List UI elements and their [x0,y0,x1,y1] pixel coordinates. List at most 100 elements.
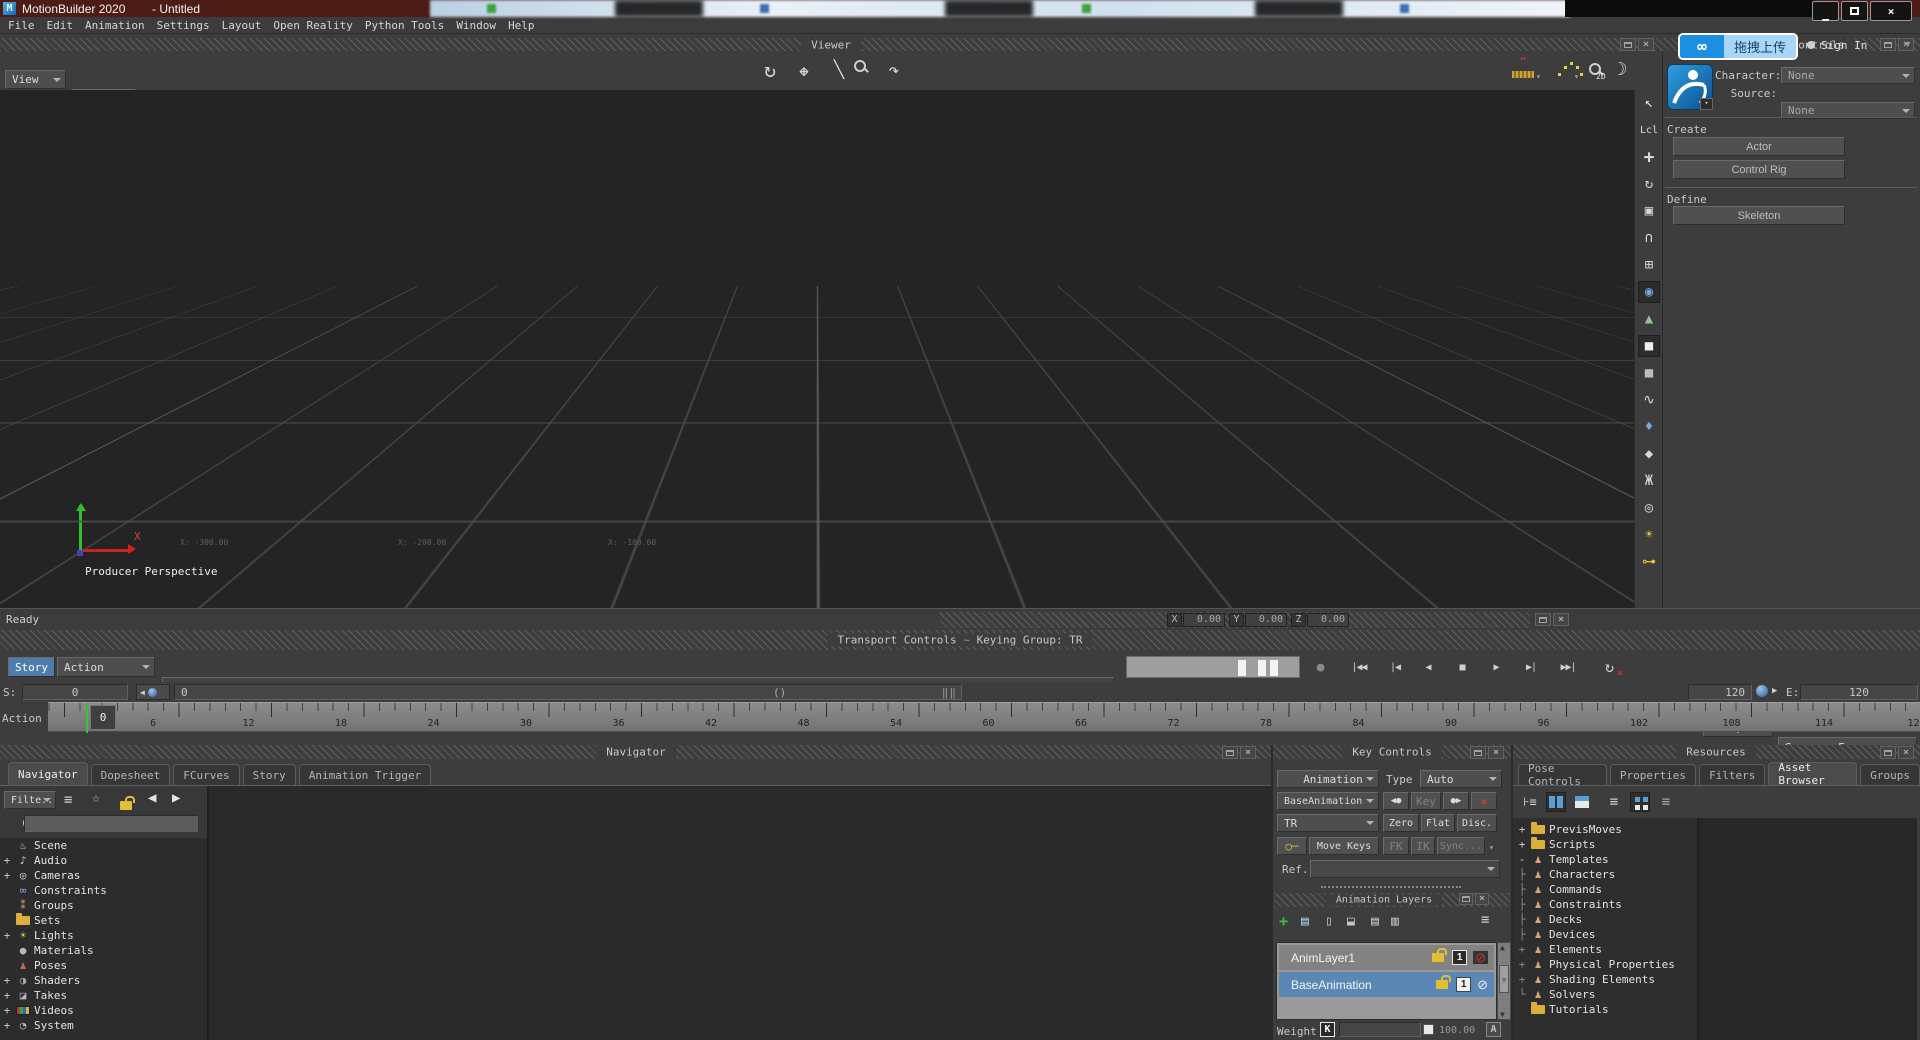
asset-item-physical-properties[interactable]: +♟Physical Properties [1513,957,1697,972]
maximize-button[interactable] [1841,1,1868,21]
stop-button[interactable]: ■ [1450,657,1474,677]
timeline-ruler-icon[interactable]: ↔ [1512,62,1534,78]
expander-icon[interactable]: + [2,974,12,987]
zero-button[interactable]: Zero [1383,814,1419,832]
tree-item-cameras[interactable]: +◎Cameras [0,868,207,883]
expander-icon[interactable]: + [1517,943,1527,956]
tree-item-system[interactable]: +◔System [0,1018,207,1033]
resources-tab-filters[interactable]: Filters [1699,764,1765,785]
expander-icon[interactable]: + [2,989,12,1002]
resources-close-button[interactable]: × [1898,746,1914,759]
3d-viewport[interactable]: X: -300.00 X: -200.00 X: -100.00 X Produ… [0,90,1634,608]
expander-icon[interactable]: + [1517,823,1527,836]
menu-file[interactable]: File [2,19,41,32]
current-frame-box[interactable]: 0 [90,705,116,730]
expander-icon[interactable]: + [1517,973,1527,986]
tree-item-constraints[interactable]: ∞Constraints [0,883,207,898]
menu-layout[interactable]: Layout [216,19,268,32]
weight-slider-track[interactable] [1339,1022,1421,1037]
detail-view-icon[interactable]: ≡ [1656,792,1676,812]
ik-button[interactable]: IK [1411,837,1435,855]
end-frame-field[interactable]: 120 [1800,684,1918,700]
type-dropdown[interactable]: Auto [1420,770,1502,788]
asset-item-devices[interactable]: ├♟Devices [1513,927,1697,942]
weight-auto-button[interactable]: A [1486,1022,1501,1037]
layer-row-baseanimation[interactable]: BaseAnimation1⊘ [1279,972,1494,997]
ref-dropdown[interactable] [1310,860,1500,878]
minimize-button[interactable]: ▁ [1812,1,1839,21]
tree-item-scene[interactable]: ♨Scene [0,838,207,853]
tree-item-sets[interactable]: Sets [0,913,207,928]
y-axis-value[interactable]: 0.00 [1245,613,1287,627]
actor-button[interactable]: Actor [1673,137,1845,156]
key-mode-button[interactable]: ○─ [1277,837,1307,855]
translate-tool-icon[interactable]: + [1638,146,1660,168]
end-spinner-ball-icon[interactable] [1756,685,1768,697]
sign-in-dropdown-icon[interactable]: ▼ [1905,40,1910,50]
discontinuity-button[interactable]: Disc. [1457,814,1497,832]
tree-item-poses[interactable]: ♟Poses [0,958,207,973]
expander-icon[interactable]: + [2,1004,12,1017]
motion-path-icon[interactable] [1548,60,1570,78]
animation-layers-pin-button[interactable] [1459,893,1473,905]
story-mode-button[interactable]: Story [8,657,55,677]
asset-browser-content[interactable] [1699,818,1917,1040]
2d-zoom-icon[interactable]: 2D [1584,58,1608,82]
tree-item-audio[interactable]: +♪Audio [0,853,207,868]
navigator-content-area[interactable] [209,786,1271,1040]
expander-icon[interactable]: + [1517,958,1527,971]
navigator-close-button[interactable]: × [1240,746,1256,759]
scale-tool-icon[interactable]: ▣ [1638,200,1660,222]
keying-group-dropdown[interactable]: TR [1277,814,1379,832]
light-tool-icon[interactable]: ☀ [1638,524,1660,546]
character-icon-dropdown[interactable]: ▾ [1700,98,1713,110]
navigator-tab-story[interactable]: Story [243,764,296,785]
sign-in-link[interactable]: Sign In [1821,39,1867,52]
navigator-tab-dopesheet[interactable]: Dopesheet [91,764,171,785]
scroll-down-icon[interactable]: ▼ [1500,1010,1505,1019]
tree-item-videos[interactable]: +Videos [0,1003,207,1018]
start-frame-field[interactable]: 0 [22,684,128,700]
curves-tool-icon[interactable]: ☽ [1610,56,1634,82]
next-key-button[interactable]: ●▶ [1443,792,1469,810]
asset-item-commands[interactable]: ├♟Commands [1513,882,1697,897]
favorite-filter-icon[interactable]: ☆ [92,791,100,806]
camera-pan-icon[interactable]: ↔ ↕ [790,56,818,84]
tree-item-materials[interactable]: ●Materials [0,943,207,958]
layer-row-animlayer1[interactable]: AnimLayer11⊘ [1279,945,1494,970]
resources-pin-button[interactable] [1880,746,1896,759]
delete-key-button[interactable]: × [1471,792,1497,810]
step-back-button[interactable]: ◀ [1416,657,1440,677]
menu-edit[interactable]: Edit [41,19,80,32]
sync-dropdown-icon[interactable]: ▾ [1489,843,1494,852]
action-mode-dropdown[interactable]: Action [57,657,155,677]
go-to-start-button[interactable]: |◀◀ [1344,657,1374,677]
asset-item-templates[interactable]: -♟Templates [1513,852,1697,867]
bake-layer-icon[interactable]: ⬓ [1347,914,1355,929]
expander-icon[interactable]: + [2,1019,12,1032]
layers-scrollbar[interactable]: ▲ ≡ ▼ [1497,942,1511,1020]
motion-path-dropdown-icon[interactable]: ▾ [1574,72,1579,81]
layer-mute-icon[interactable]: ⊘ [1473,951,1488,964]
pivot-tool-icon[interactable]: ⊞ [1638,254,1660,276]
navigator-tab-animation-trigger[interactable]: Animation Trigger [299,764,432,785]
split-rows-icon[interactable] [1572,792,1592,812]
next-key-button[interactable]: ▶| [1518,657,1544,677]
upload-overlay-badge[interactable]: ∞ 拖拽上传 [1678,33,1798,60]
select-tool-icon[interactable]: ↖ [1638,92,1660,114]
expander-icon[interactable]: + [2,929,12,942]
transport-pin-button[interactable] [1535,613,1551,626]
filter-button[interactable]: Filte... [4,791,56,809]
tree-item-shaders[interactable]: +◑Shaders [0,973,207,988]
cube-alt-tool-icon[interactable]: ■ [1638,362,1660,384]
tree-item-takes[interactable]: +◪Takes [0,988,207,1003]
previous-key-button[interactable]: ◀● [1383,792,1409,810]
grid-view-icon[interactable] [1630,792,1650,812]
asset-item-tutorials[interactable]: Tutorials [1513,1002,1697,1017]
end-spinner-right-icon[interactable]: ▶ [1772,686,1777,696]
character-select-dropdown[interactable]: None [1781,67,1915,84]
playhead[interactable] [86,703,88,733]
play-button[interactable]: ▶ [1484,657,1508,677]
key-controls-close-button[interactable]: × [1488,746,1504,759]
local-tool-icon[interactable]: Lcl [1638,119,1660,141]
